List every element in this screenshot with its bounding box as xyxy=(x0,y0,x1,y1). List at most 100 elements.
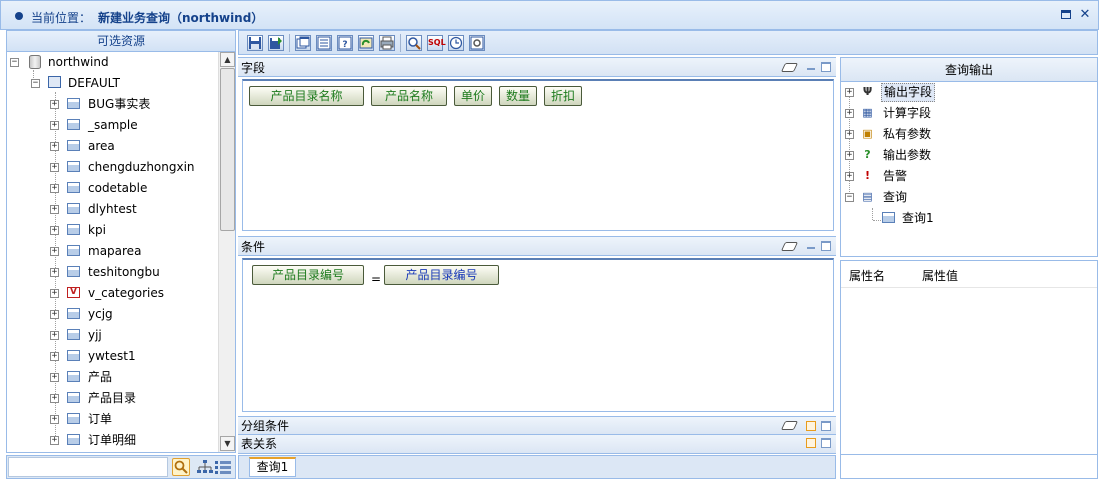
expand-icon[interactable]: + xyxy=(50,142,59,151)
relation-section-title: 表关系 xyxy=(241,437,278,451)
field-chip[interactable]: 产品目录名称 xyxy=(249,86,364,106)
properties-panel: 属性名 属性值 xyxy=(840,260,1098,479)
save-icon[interactable] xyxy=(247,35,263,51)
list-view-icon[interactable] xyxy=(215,460,231,477)
resource-scrollbar[interactable]: ▲ ▼ xyxy=(218,52,235,452)
field-chip[interactable]: 数量 xyxy=(499,86,537,106)
tree-node-label: 产品目录 xyxy=(88,391,137,405)
tree-node-label: codetable xyxy=(88,181,148,195)
expand-icon[interactable]: + xyxy=(50,373,59,382)
fields-area[interactable]: 产品目录名称 产品名称 单价 数量 折扣 xyxy=(242,79,834,231)
expand-icon[interactable]: + xyxy=(50,163,59,172)
clock-icon[interactable] xyxy=(448,35,464,51)
expand-icon[interactable]: + xyxy=(50,415,59,424)
expand-icon[interactable]: + xyxy=(50,226,59,235)
eraser-icon[interactable] xyxy=(780,63,799,72)
condition-left-field[interactable]: 产品目录编号 xyxy=(252,265,364,285)
eraser-icon[interactable] xyxy=(780,421,799,430)
conditions-area[interactable]: 产品目录编号 = 产品目录编号 xyxy=(242,258,834,412)
tree-node-label: dlyhtest xyxy=(88,202,137,216)
tree-node-label: northwind xyxy=(48,55,109,69)
fields-section-title: 字段 xyxy=(241,61,266,75)
expand-icon[interactable]: + xyxy=(50,121,59,130)
query-tab-bar: 查询1 xyxy=(238,455,836,479)
expand-icon[interactable]: + xyxy=(50,205,59,214)
table-icon xyxy=(67,308,80,319)
expand-icon[interactable]: + xyxy=(50,289,59,298)
expand-icon[interactable]: + xyxy=(845,151,854,160)
resource-search-input[interactable] xyxy=(8,457,168,477)
maximize-icon[interactable] xyxy=(821,421,831,431)
group-section-title: 分组条件 xyxy=(241,419,290,433)
schema-icon xyxy=(48,76,61,88)
hierarchy-icon[interactable] xyxy=(197,460,213,477)
query-output-header: 查询输出 xyxy=(841,58,1097,82)
expand-icon[interactable]: + xyxy=(845,88,854,97)
tree-node-label: _sample xyxy=(88,118,138,132)
tab-query1[interactable]: 查询1 xyxy=(249,457,296,477)
table-icon xyxy=(67,98,80,109)
table-icon xyxy=(67,140,80,151)
page-title: 新建业务查询（northwind） xyxy=(98,11,264,25)
eraser-icon[interactable] xyxy=(780,242,799,251)
tree-node-label: v_categories xyxy=(88,286,165,300)
maximize-icon[interactable] xyxy=(1059,8,1073,22)
resource-search-bar xyxy=(6,455,236,479)
table-icon xyxy=(67,182,80,193)
table-icon xyxy=(67,245,80,256)
scroll-up-icon[interactable]: ▲ xyxy=(220,52,235,67)
maximize-icon[interactable] xyxy=(821,241,831,251)
expand-icon[interactable]: + xyxy=(845,109,854,118)
save-as-icon[interactable] xyxy=(268,35,284,51)
field-chip[interactable]: 产品名称 xyxy=(371,86,447,106)
minimize-icon[interactable] xyxy=(807,247,815,249)
scroll-down-icon[interactable]: ▼ xyxy=(220,436,235,451)
collapse-icon[interactable]: − xyxy=(845,193,854,202)
table-icon xyxy=(67,371,80,382)
expand-icon[interactable]: + xyxy=(50,436,59,445)
expand-icon[interactable]: + xyxy=(845,172,854,181)
magnifier-icon[interactable] xyxy=(406,35,422,51)
tree-node-label: ycjg xyxy=(88,307,113,321)
expand-icon[interactable]: + xyxy=(50,268,59,277)
output-tree-label: 查询1 xyxy=(902,211,934,225)
sql-icon[interactable]: SQL xyxy=(427,35,446,51)
help-icon[interactable]: ? xyxy=(337,35,353,51)
search-icon[interactable] xyxy=(172,458,190,476)
table-icon xyxy=(67,224,80,235)
refresh-icon[interactable] xyxy=(358,35,374,51)
list-icon[interactable] xyxy=(316,35,332,51)
conditions-section-title: 条件 xyxy=(241,240,266,254)
field-chip[interactable]: 单价 xyxy=(454,86,492,106)
window-icon[interactable] xyxy=(295,35,311,51)
minimize-icon[interactable] xyxy=(807,68,815,70)
main-toolbar: ? SQL xyxy=(238,30,1098,55)
collapse-icon[interactable]: − xyxy=(10,58,19,67)
close-icon[interactable]: ✕ xyxy=(1078,8,1092,22)
table-icon xyxy=(67,350,80,361)
expand-icon[interactable]: + xyxy=(50,394,59,403)
maximize-icon[interactable] xyxy=(821,438,831,448)
title-bar: 当前位置： 新建业务查询（northwind） ✕ xyxy=(0,0,1099,30)
condition-right-field[interactable]: 产品目录编号 xyxy=(384,265,499,285)
field-chip[interactable]: 折扣 xyxy=(544,86,582,106)
expand-icon[interactable]: + xyxy=(50,247,59,256)
settings-icon[interactable] xyxy=(469,35,485,51)
restore-icon[interactable] xyxy=(806,421,816,431)
restore-icon[interactable] xyxy=(806,438,816,448)
expand-icon[interactable]: + xyxy=(50,310,59,319)
tree-node-label: 订单明细 xyxy=(88,433,137,447)
output-tree-label: 告警 xyxy=(883,169,908,183)
expand-icon[interactable]: + xyxy=(50,352,59,361)
expand-icon[interactable]: + xyxy=(845,130,854,139)
condition-operator: = xyxy=(371,272,382,286)
maximize-icon[interactable] xyxy=(821,62,831,72)
scroll-thumb[interactable] xyxy=(220,68,235,231)
tree-node-label: chengduzhongxin xyxy=(88,160,195,174)
collapse-icon[interactable]: − xyxy=(31,79,40,88)
fields-section-header: 字段 xyxy=(238,57,836,77)
expand-icon[interactable]: + xyxy=(50,100,59,109)
expand-icon[interactable]: + xyxy=(50,184,59,193)
print-icon[interactable] xyxy=(379,35,395,51)
expand-icon[interactable]: + xyxy=(50,331,59,340)
